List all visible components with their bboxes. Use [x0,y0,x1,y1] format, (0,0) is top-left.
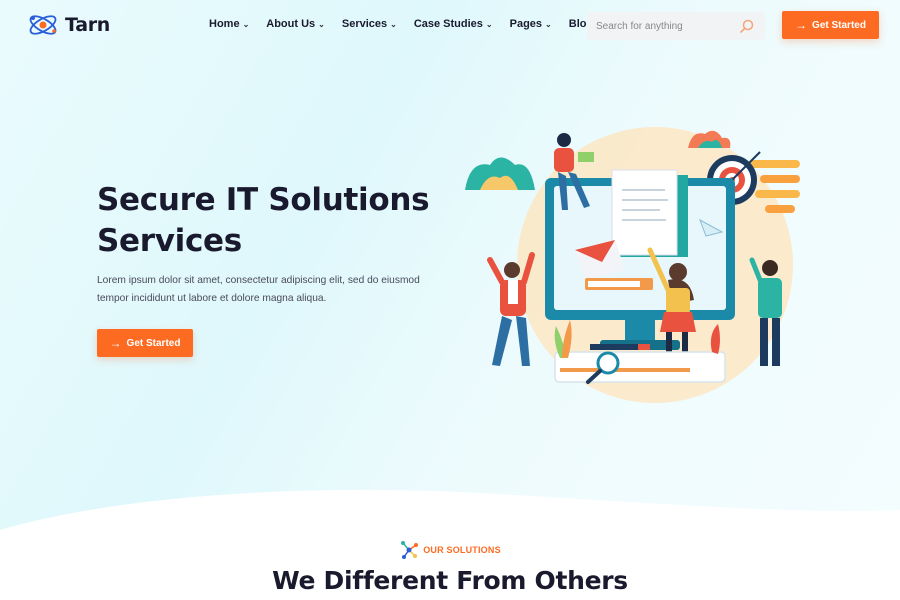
search-box [587,12,765,40]
chevron-down-icon: ⌄ [390,19,397,29]
network-nodes-icon [401,541,419,559]
team-working-on-monitor-illustration [465,127,800,403]
site-header: Tarn Home ⌄ About Us ⌄ Services ⌄ Case S… [0,0,900,50]
nav-item-label: Home [209,18,240,30]
nav-item-label: Pages [509,18,543,30]
nav-item-services[interactable]: Services ⌄ [342,18,397,30]
nav-item-label: Services [341,18,388,30]
nav-item-label: Case Studies [413,18,483,30]
arrow-right-icon: → [795,18,808,32]
main-nav: Home ⌄ About Us ⌄ Services ⌄ Case Studie… [209,18,620,30]
hero-title-line1: Secure IT Solutions [97,182,430,218]
chevron-down-icon: ⌄ [545,19,552,29]
section-tag: OUR SOLUTIONS [0,540,900,560]
get-started-button[interactable]: → Get Started [782,11,879,39]
section-tag-label: OUR SOLUTIONS [423,545,501,555]
chevron-down-icon: ⌄ [485,19,493,29]
hero-description: Lorem ipsum dolor sit amet, consectetur … [97,275,420,304]
nav-item-label: About Us [266,18,316,30]
search-input[interactable] [587,12,737,40]
atom-icon [29,15,57,35]
button-label: Get Started [812,19,866,31]
chevron-down-icon: ⌄ [242,19,250,29]
nav-item-case-studies[interactable]: Case Studies ⌄ [414,18,493,30]
hero-title-line2: Services [97,223,242,259]
nav-item-pages[interactable]: Pages ⌄ [510,18,552,30]
arrow-right-icon: → [109,336,122,350]
search-icon[interactable] [739,18,755,34]
brand-logo[interactable]: Tarn [27,9,110,41]
section-title: We Different From Others [272,566,628,595]
nav-item-about-us[interactable]: About Us ⌄ [266,18,325,30]
hero-get-started-button[interactable]: → Get Started [97,329,193,357]
nav-item-home[interactable]: Home ⌄ [209,18,249,30]
chevron-down-icon: ⌄ [318,19,325,29]
hero-title: Secure IT Solutions Services [97,180,477,262]
brand-name: Tarn [65,14,111,36]
button-label: Get Started [126,337,181,349]
